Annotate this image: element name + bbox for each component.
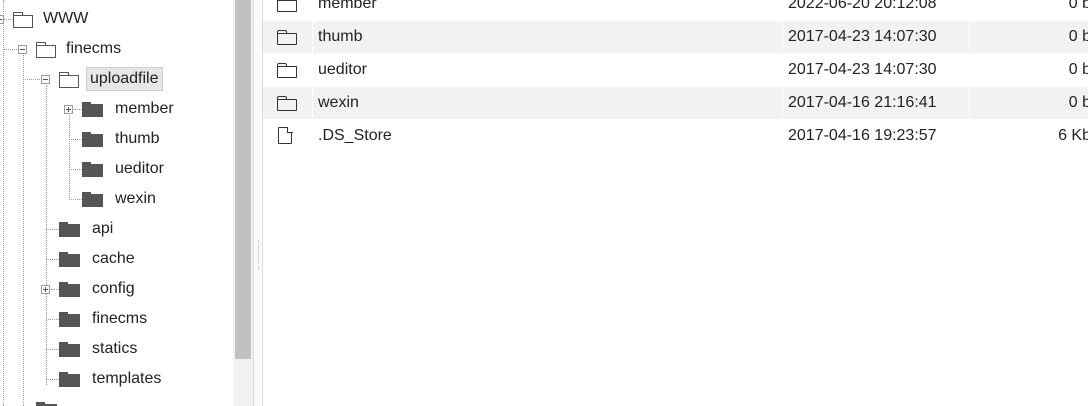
tree-node-label: api bbox=[92, 220, 114, 237]
tree-connector bbox=[74, 109, 82, 110]
folder-icon bbox=[59, 311, 80, 327]
tree-connector bbox=[46, 349, 59, 350]
file-row[interactable]: ueditor 2017-04-23 14:07:30 0 b bbox=[263, 54, 1088, 86]
file-size: 0 b bbox=[1068, 61, 1088, 78]
tree-node-uploadfile[interactable]: uploadfile bbox=[59, 64, 163, 94]
tree-connector bbox=[69, 115, 70, 200]
file-icon bbox=[278, 126, 293, 144]
tree-connector bbox=[3, 19, 13, 20]
tree-connector bbox=[3, 49, 17, 50]
tree-node-partial[interactable] bbox=[36, 394, 66, 406]
tree-connector bbox=[46, 319, 59, 320]
folder-icon bbox=[82, 101, 103, 117]
folder-icon bbox=[59, 251, 80, 267]
file-row[interactable]: member 2022-06-20 20:12:08 0 b bbox=[263, 0, 1088, 20]
tree-node-label: cache bbox=[92, 250, 135, 267]
tree-connector bbox=[23, 79, 40, 80]
tree-node-wexin[interactable]: wexin bbox=[82, 184, 159, 214]
file-size: 0 b bbox=[1068, 94, 1088, 111]
tree-node-label-selected: uploadfile bbox=[86, 67, 163, 91]
tree-node-www[interactable]: WWW bbox=[13, 4, 91, 34]
tree-connector bbox=[69, 169, 82, 170]
file-size: 0 b bbox=[1068, 28, 1088, 45]
tree-node-label: thumb bbox=[115, 130, 160, 147]
splitter-grip[interactable] bbox=[258, 240, 259, 270]
collapse-toggle-uploadfile[interactable] bbox=[41, 75, 50, 84]
tree-node-templates[interactable]: templates bbox=[59, 364, 164, 394]
tree-connector bbox=[69, 199, 82, 200]
tree-node-label: statics bbox=[92, 340, 138, 357]
folder-icon bbox=[277, 63, 297, 78]
folder-icon bbox=[59, 371, 80, 387]
folder-open-icon bbox=[59, 71, 79, 88]
file-name: .DS_Store bbox=[318, 127, 392, 144]
folder-icon bbox=[59, 281, 80, 297]
tree-node-thumb[interactable]: thumb bbox=[82, 124, 162, 154]
tree-node-label: finecms bbox=[66, 40, 122, 57]
tree-node-finecms[interactable]: finecms bbox=[36, 34, 124, 64]
folder-icon bbox=[36, 401, 57, 406]
tree-connector bbox=[51, 289, 59, 290]
file-date: 2017-04-23 14:07:30 bbox=[788, 28, 937, 45]
file-date: 2017-04-23 14:07:30 bbox=[788, 61, 937, 78]
file-row[interactable]: thumb 2017-04-23 14:07:30 0 b bbox=[263, 21, 1088, 53]
tree-scrollbar-thumb[interactable] bbox=[235, 0, 251, 359]
tree-connector bbox=[3, 0, 4, 406]
folder-icon bbox=[277, 30, 297, 45]
tree-node-finecms-sub[interactable]: finecms bbox=[59, 304, 150, 334]
tree-node-label: templates bbox=[92, 370, 162, 387]
tree-connector bbox=[23, 55, 24, 406]
expand-toggle-config[interactable] bbox=[41, 285, 50, 294]
tree-node-statics[interactable]: statics bbox=[59, 334, 140, 364]
folder-open-icon bbox=[36, 41, 56, 58]
folder-icon bbox=[277, 0, 297, 12]
tree-node-label: WWW bbox=[43, 10, 89, 27]
file-name: member bbox=[318, 0, 377, 12]
file-size: 6 Kb bbox=[1058, 127, 1088, 144]
file-date: 2017-04-16 19:23:57 bbox=[788, 127, 937, 144]
file-row[interactable]: .DS_Store 2017-04-16 19:23:57 6 Kb bbox=[263, 120, 1088, 152]
tree-connector bbox=[46, 85, 47, 385]
folder-tree: WWW finecms uploadfile member thumb uedi… bbox=[0, 0, 233, 406]
folder-icon bbox=[82, 161, 103, 177]
tree-node-api[interactable]: api bbox=[59, 214, 116, 244]
folder-icon bbox=[59, 341, 80, 357]
panel-splitter[interactable] bbox=[253, 0, 263, 406]
tree-node-config[interactable]: config bbox=[59, 274, 138, 304]
folder-icon bbox=[59, 221, 80, 237]
file-name: wexin bbox=[318, 94, 359, 111]
tree-connector bbox=[69, 139, 82, 140]
file-size: 0 b bbox=[1068, 0, 1088, 12]
tree-node-cache[interactable]: cache bbox=[59, 244, 138, 274]
file-date: 2022-06-20 20:12:08 bbox=[788, 0, 937, 12]
tree-node-label: config bbox=[92, 280, 135, 297]
expand-toggle-member[interactable] bbox=[64, 105, 73, 114]
tree-connector bbox=[46, 379, 59, 380]
file-list: member 2022-06-20 20:12:08 0 b thumb 201… bbox=[263, 0, 1088, 406]
tree-connector bbox=[46, 229, 59, 230]
tree-node-label: member bbox=[115, 100, 174, 117]
file-date: 2017-04-16 21:16:41 bbox=[788, 94, 937, 111]
folder-icon bbox=[82, 191, 103, 207]
tree-node-member[interactable]: member bbox=[82, 94, 177, 124]
collapse-toggle-finecms[interactable] bbox=[18, 45, 27, 54]
tree-node-ueditor[interactable]: ueditor bbox=[82, 154, 167, 184]
file-name: ueditor bbox=[318, 61, 367, 78]
tree-node-label: wexin bbox=[115, 190, 156, 207]
collapse-toggle-www[interactable] bbox=[0, 15, 4, 24]
folder-icon bbox=[82, 131, 103, 147]
folder-open-icon bbox=[13, 11, 33, 28]
tree-connector bbox=[46, 259, 59, 260]
tree-node-label: ueditor bbox=[115, 160, 164, 177]
file-row[interactable]: wexin 2017-04-16 21:16:41 0 b bbox=[263, 87, 1088, 119]
folder-icon bbox=[277, 96, 297, 111]
tree-scrollbar[interactable] bbox=[233, 0, 253, 406]
file-name: thumb bbox=[318, 28, 363, 45]
tree-node-label: finecms bbox=[92, 310, 148, 327]
